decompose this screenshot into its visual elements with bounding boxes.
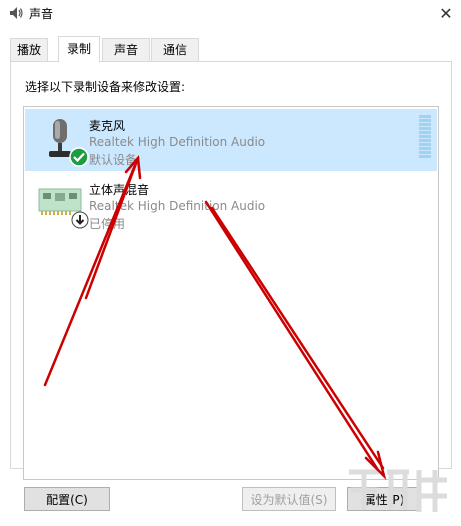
device-status: 默认设备 — [89, 153, 138, 167]
tab-sounds[interactable]: 声音 — [102, 38, 150, 61]
device-list[interactable]: 麦克风 Realtek High Definition Audio 默认设备 立… — [23, 106, 439, 480]
close-button[interactable]: ✕ — [431, 0, 461, 26]
tab-communications[interactable]: 通信 — [151, 38, 199, 61]
device-stereo-mix[interactable]: 立体声混音 Realtek High Definition Audio 已停用 — [25, 173, 437, 235]
watermark-logo — [349, 469, 447, 512]
disabled-down-arrow-icon — [71, 211, 89, 229]
instruction-text: 选择以下录制设备来修改设置: — [25, 80, 186, 94]
device-name: 立体声混音 — [89, 183, 150, 197]
device-microphone[interactable]: 麦克风 Realtek High Definition Audio 默认设备 — [25, 109, 437, 171]
device-status: 已停用 — [89, 217, 126, 231]
level-meter — [419, 115, 431, 158]
configure-button[interactable]: 配置(C) — [24, 487, 110, 511]
window-title: 声音 — [29, 7, 54, 21]
title-bar: 声音 ✕ — [0, 0, 461, 26]
device-driver: Realtek High Definition Audio — [89, 199, 266, 213]
device-name: 麦克风 — [89, 119, 126, 133]
set-default-button[interactable]: 设为默认值(S) — [242, 487, 336, 511]
close-icon: ✕ — [439, 3, 453, 23]
recording-panel: 选择以下录制设备来修改设置: 麦克风 Realtek High Definiti… — [10, 61, 452, 480]
default-check-icon — [69, 147, 89, 167]
tab-recording[interactable]: 录制 — [58, 36, 100, 63]
device-driver: Realtek High Definition Audio — [89, 135, 266, 149]
speaker-icon — [10, 7, 23, 19]
tab-playback[interactable]: 播放 — [10, 38, 48, 61]
